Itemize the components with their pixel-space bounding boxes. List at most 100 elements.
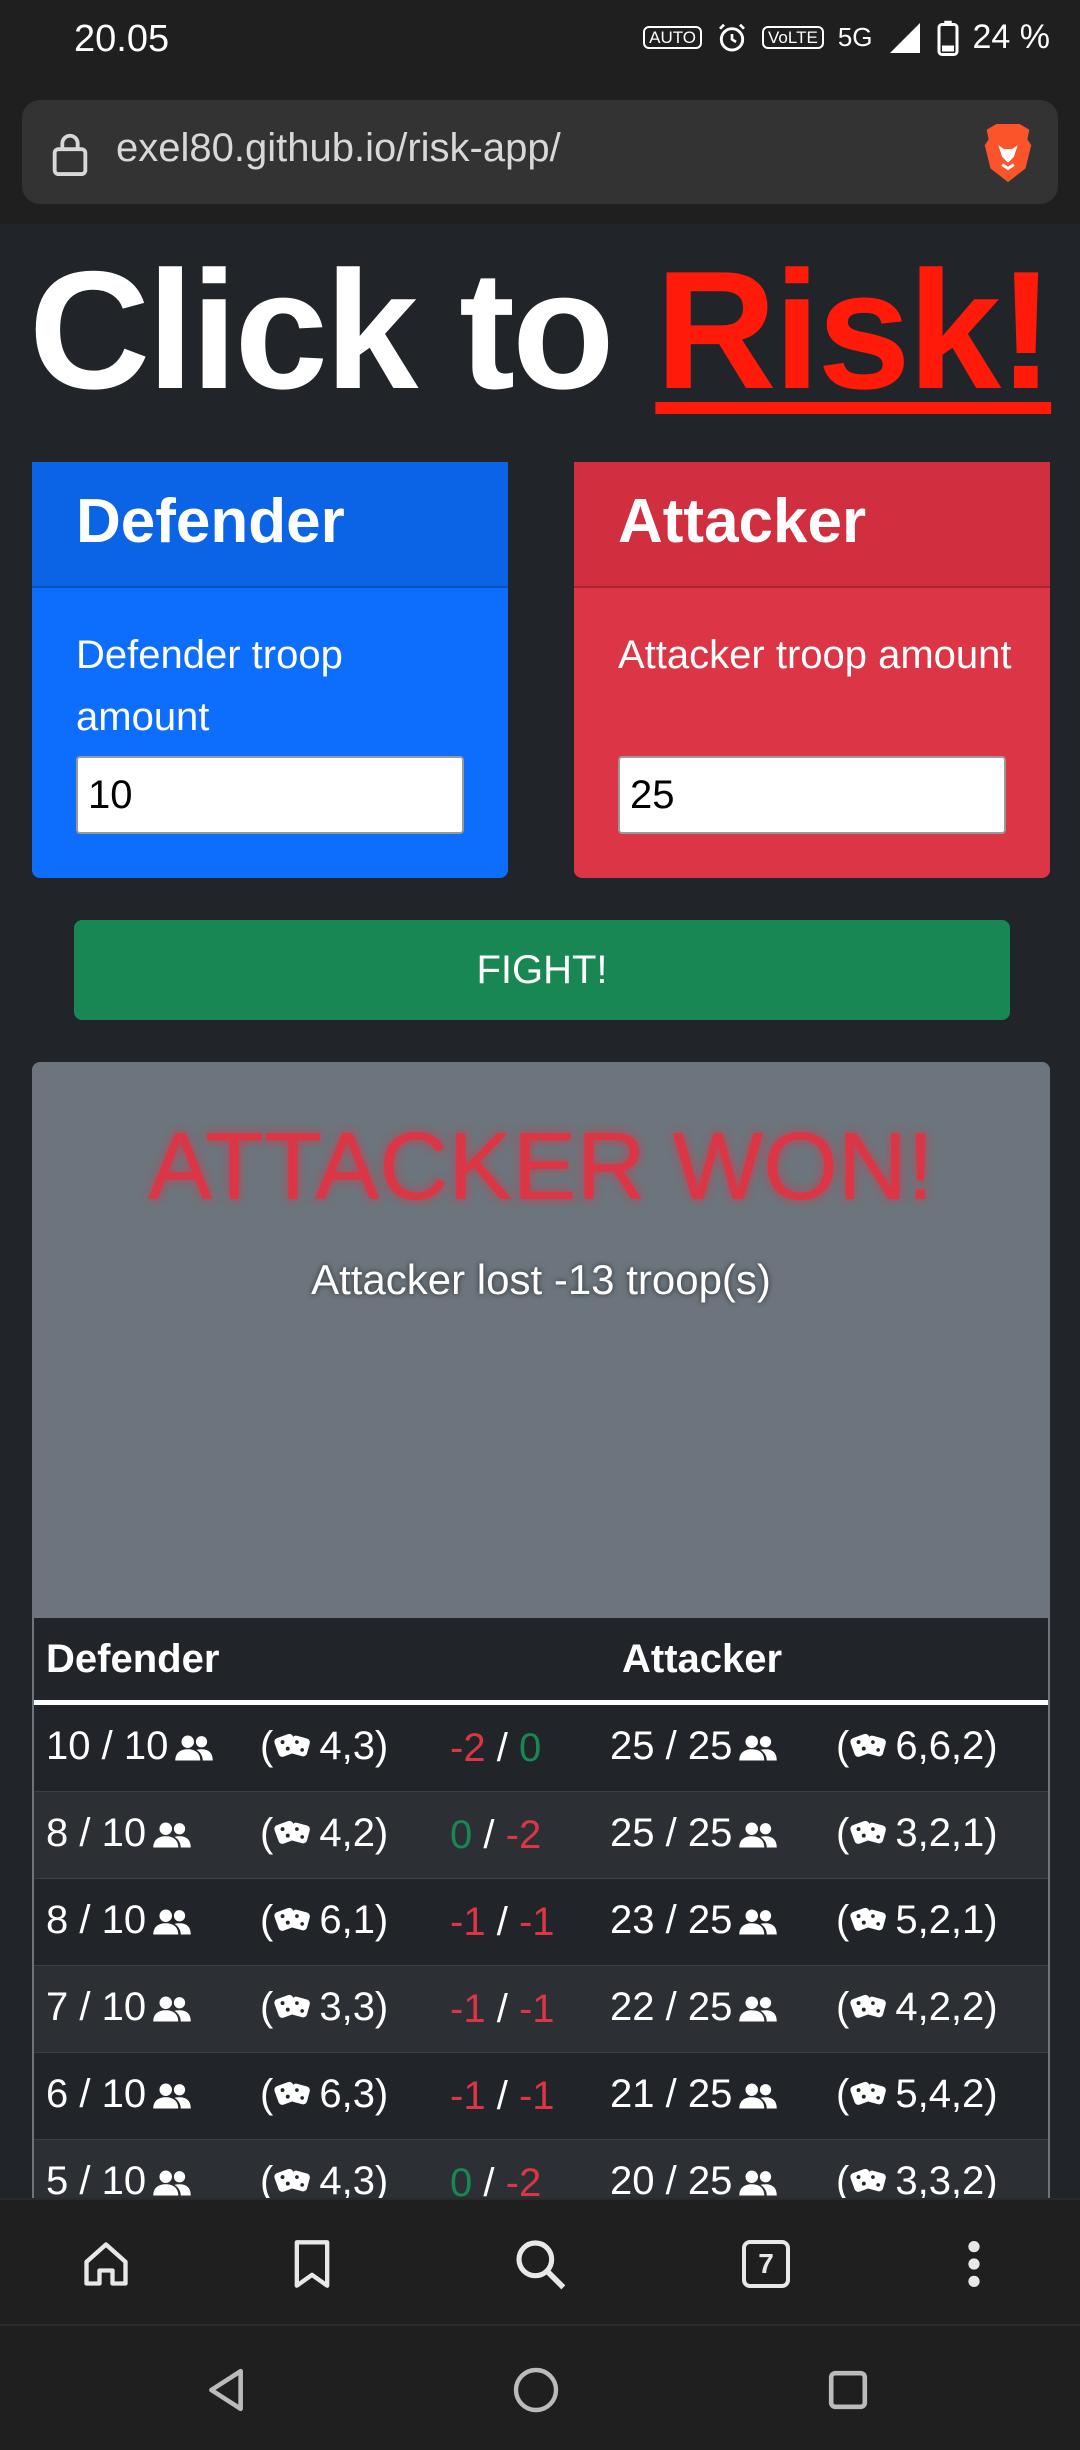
attacker-loss: 0 [518,1725,542,1770]
defender-troops-cell: 6 / 10 [34,2052,260,2140]
tabs-icon[interactable]: 7 [736,2234,796,2294]
defender-troops-cell: 5 / 10 [34,2139,260,2199]
troops-icon [738,2163,778,2199]
volte-icon: VoLTE [762,26,824,49]
dice-icon [849,1728,889,1773]
defender-dice-cell: (4,3) [260,2139,450,2199]
brave-lion-icon[interactable] [980,122,1036,189]
back-icon[interactable] [198,2362,254,2418]
status-bar: 20.05 AUTO VoLTE 5G 24 % [0,0,1080,90]
losses-cell: -1 / -1 [450,1965,610,2053]
troops-icon [738,1902,778,1947]
url-text[interactable]: exel80.github.io/risk-app/ [116,126,561,171]
signal-icon [887,20,923,56]
dice-icon [273,1728,313,1773]
defender-loss: 0 [450,2160,473,2199]
fight-button[interactable]: FIGHT! [74,920,1010,1020]
defender-loss: -1 [450,2073,486,2118]
troops-icon [152,2076,192,2121]
dice-icon [849,2076,889,2121]
troops-icon [174,1728,214,1773]
status-time: 20.05 [74,18,170,60]
dice-icon [273,2076,313,2121]
troops-icon [738,1989,778,2034]
battery-percent: 24 % [972,18,1051,56]
tabs-count: 7 [742,2240,790,2288]
dice-icon [273,1815,313,1860]
troops-icon [152,1902,192,1947]
result-headline: ATTACKER WON! [148,1113,934,1220]
search-icon[interactable] [510,2234,570,2294]
attacker-loss: -2 [505,2160,542,2199]
dice-icon [273,1989,313,2034]
home-icon[interactable] [76,2234,136,2294]
lock-icon [50,130,90,181]
attacker-troop-label: Attacker troop amount [618,633,1012,677]
defender-troops-cell: 8 / 10 [34,1791,260,1879]
attacker-troops-cell: 23 / 25 [610,1878,836,1966]
attacker-column-header: Attacker [610,1618,1048,1705]
table-row: 8 / 10(6,1) -1 / -1 23 / 25(5,2,1) [34,1878,1048,1966]
losses-cell: 0 / -2 [450,1791,610,1879]
page-title: Click to Risk! [0,234,1080,427]
defender-loss: -1 [450,1986,486,2031]
attacker-troop-input[interactable] [618,756,1006,834]
defender-troop-label: Defender troop amount [76,633,343,739]
system-nav-bar [0,2324,1080,2450]
more-icon[interactable] [944,2234,1004,2294]
defender-troops-cell: 8 / 10 [34,1878,260,1966]
defender-dice-cell: (3,3) [260,1965,450,2053]
defender-loss: 0 [450,1812,473,1857]
browser-toolbar: 7 [0,2198,1080,2326]
losses-cell: 0 / -2 [450,2139,610,2199]
attacker-dice-cell: (4,2,2) [836,1965,1048,2053]
dice-icon [273,2163,313,2199]
troops-icon [738,2076,778,2121]
attacker-loss: -1 [518,1986,555,2031]
loss-separator: / [483,1812,495,1857]
loss-separator: / [483,2160,495,2199]
auto-hz-icon: AUTO [643,26,703,49]
table-row: 6 / 10(6,3) -1 / -1 21 / 25(5,4,2) [34,2052,1048,2140]
home-circle-icon[interactable] [508,2362,564,2418]
browser-url-area: exel80.github.io/risk-app/ [0,90,1080,224]
recents-icon[interactable] [820,2362,876,2418]
table-row: 8 / 10(4,2) 0 / -2 25 / 25(3,2,1) [34,1791,1048,1879]
defender-troops-cell: 7 / 10 [34,1965,260,2053]
defender-card: Defender Defender troop amount [32,462,508,878]
defender-dice-cell: (6,3) [260,2052,450,2140]
loss-separator: / [496,1899,508,1944]
troops-icon [152,1989,192,2034]
attacker-loss: -2 [505,1812,542,1857]
troops-icon [152,2163,192,2199]
5g-icon: 5G [837,22,873,52]
dice-icon [849,1902,889,1947]
title-prefix: Click to [28,236,656,424]
troops-icon [738,1728,778,1773]
dice-icon [849,1989,889,2034]
table-row: 5 / 10(4,3) 0 / -2 20 / 25(3,3,2) [34,2139,1048,2199]
defender-dice-cell: (4,3) [260,1702,450,1792]
bookmark-icon[interactable] [282,2234,342,2294]
attacker-dice-cell: (3,2,1) [836,1791,1048,1879]
battle-log-table: Defender Attacker 10 / 10(4,3) -2 / 0 25 /… [34,1618,1048,2198]
dice-icon [273,1902,313,1947]
address-bar[interactable]: exel80.github.io/risk-app/ [22,100,1058,204]
defender-column-header: Defender [34,1618,610,1705]
defender-heading: Defender [76,487,345,556]
attacker-troops-cell: 25 / 25 [610,1702,836,1792]
attacker-heading: Attacker [618,487,867,556]
dice-icon [849,1815,889,1860]
loss-separator: / [496,1725,508,1770]
title-risk-link[interactable]: Risk! [655,236,1054,424]
attacker-card-header: Attacker [574,462,1050,588]
troops-icon [152,1815,192,1860]
defender-loss: -2 [450,1725,486,1770]
defender-loss: -1 [450,1899,486,1944]
loss-separator: / [496,2073,508,2118]
losses-cell: -2 / 0 [450,1702,610,1792]
attacker-dice-cell: (6,6,2) [836,1702,1048,1792]
losses-cell: -1 / -1 [450,1878,610,1966]
defender-troop-input[interactable] [76,756,464,834]
attacker-loss: -1 [518,1899,555,1944]
